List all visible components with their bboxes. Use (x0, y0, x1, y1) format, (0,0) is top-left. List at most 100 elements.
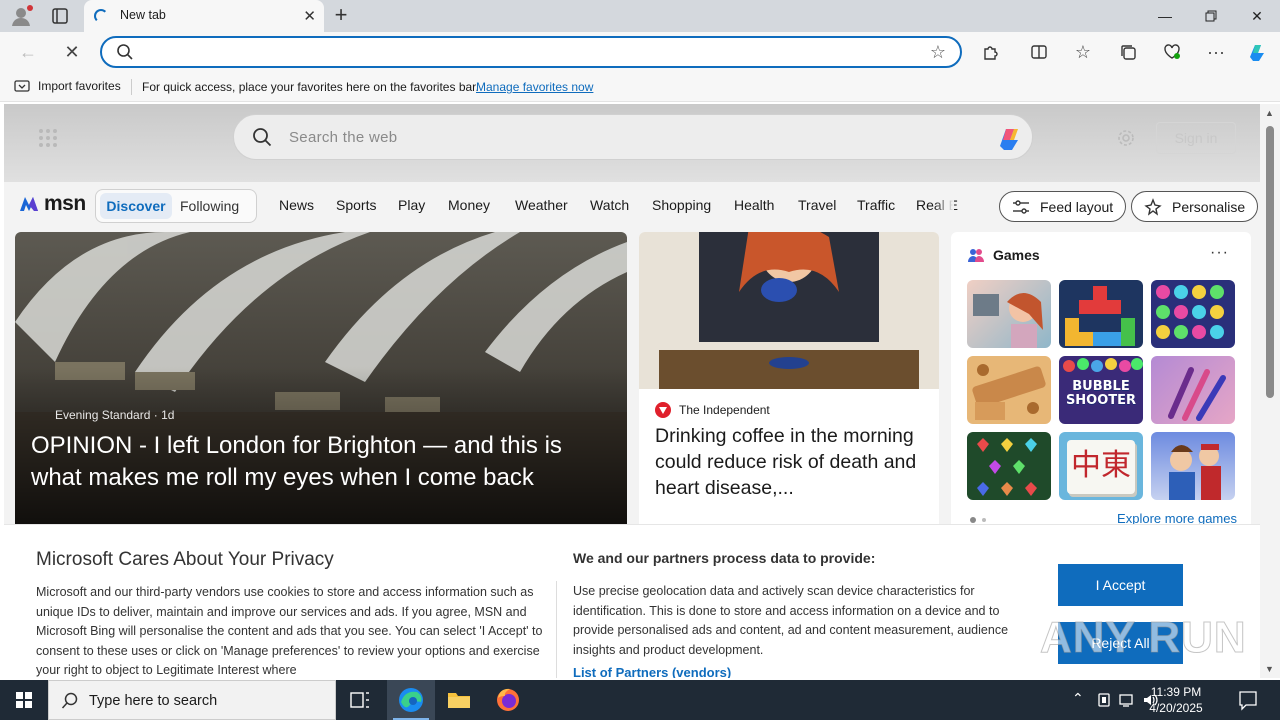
nav-weather[interactable]: Weather (515, 197, 568, 213)
address-bar[interactable]: ☆ (100, 36, 962, 68)
feed-layout-label: Feed layout (1040, 198, 1114, 215)
game-tile-mahjong[interactable]: 中東 (1059, 432, 1143, 500)
start-button[interactable] (0, 680, 48, 720)
article-source: The Independent (655, 402, 770, 418)
game-tile-blocks[interactable] (1059, 280, 1143, 348)
privacy-purposes: Use precise geolocation data and activel… (573, 584, 1009, 657)
browser-essentials-icon[interactable] (1160, 40, 1184, 64)
extensions-icon[interactable] (979, 40, 1003, 64)
search-placeholder: Search the web (289, 129, 398, 146)
nav-overflow-fade (934, 190, 954, 222)
more-options-icon[interactable]: ··· (1204, 40, 1228, 64)
article-title[interactable]: Drinking coffee in the morning could red… (655, 423, 929, 501)
favorites-bar: Import favorites For quick access, place… (0, 72, 1280, 102)
manage-favorites-link[interactable]: Manage favorites now (476, 80, 593, 94)
taskbar-search-box[interactable]: Type here to search (48, 680, 336, 720)
new-tab-button[interactable]: + (330, 4, 352, 28)
split-screen-icon[interactable] (1027, 40, 1051, 64)
search-icon (117, 44, 133, 60)
games-more-icon[interactable]: ··· (1210, 244, 1229, 262)
sliders-icon (1013, 199, 1029, 214)
tab-actions-icon[interactable] (50, 6, 70, 26)
copilot-icon[interactable] (994, 124, 1024, 152)
system-clock[interactable]: 11:39 PM 4/20/2025 (1136, 684, 1216, 716)
hero-meta: Evening Standard · 1d (55, 408, 175, 422)
game-tile-bubble-shooter[interactable]: BUBBLE SHOOTER (1059, 356, 1143, 424)
scrollbar-thumb[interactable] (1266, 126, 1274, 398)
favorite-star-icon[interactable]: ☆ (930, 42, 946, 63)
web-search-box[interactable]: Search the web (233, 114, 1033, 160)
battery-device-icon[interactable] (1096, 692, 1112, 708)
nav-money[interactable]: Money (448, 197, 490, 213)
privacy-divider (556, 581, 557, 678)
apps-grid-icon[interactable] (38, 128, 58, 148)
tab-discover[interactable]: Discover (100, 193, 172, 219)
privacy-consent-banner: Microsoft Cares About Your Privacy Micro… (4, 524, 1260, 678)
msn-logo[interactable]: msn (16, 191, 86, 217)
nav-traffic[interactable]: Traffic (857, 197, 895, 213)
close-window-button[interactable]: ✕ (1234, 0, 1280, 32)
collections-icon[interactable] (1116, 40, 1140, 64)
navigation-bar: ← ✕ ☆ ☆ ··· (0, 32, 1280, 72)
game-tile-hospital[interactable] (967, 280, 1051, 348)
file-explorer-icon[interactable] (435, 680, 483, 720)
firefox-icon[interactable] (484, 680, 532, 720)
games-people-icon (968, 249, 984, 262)
nav-health[interactable]: Health (734, 197, 774, 213)
page-scrollbar[interactable]: ▲ ▼ (1260, 104, 1280, 678)
settings-gear-icon[interactable] (1116, 128, 1136, 148)
notifications-button[interactable] (1226, 680, 1270, 720)
show-hidden-icons-icon[interactable]: ⌃ (1072, 690, 1084, 707)
privacy-title: Microsoft Cares About Your Privacy (36, 549, 334, 570)
nav-play[interactable]: Play (398, 197, 425, 213)
nav-watch[interactable]: Watch (590, 197, 629, 213)
nav-sports[interactable]: Sports (336, 197, 376, 213)
article-source-name: The Independent (679, 403, 770, 417)
scroll-down-icon[interactable]: ▼ (1265, 664, 1274, 674)
sign-in-button[interactable]: Sign in (1156, 122, 1236, 154)
carousel-dots[interactable] (970, 517, 990, 523)
close-tab-icon[interactable]: ✕ (303, 7, 316, 25)
game-tile-gems[interactable] (967, 432, 1051, 500)
copilot-icon[interactable] (1245, 40, 1269, 64)
hero-article[interactable]: Evening Standard · 1d OPINION - I left L… (15, 232, 627, 532)
partners-list-link[interactable]: List of Partners (vendors) (573, 665, 731, 678)
network-icon[interactable] (1118, 692, 1136, 708)
article-card[interactable]: The Independent Drinking coffee in the m… (639, 232, 939, 532)
article-image (639, 232, 939, 389)
accept-button[interactable]: I Accept (1058, 564, 1183, 606)
privacy-body: Microsoft and our third-party vendors us… (36, 585, 543, 677)
back-icon[interactable]: ← (16, 40, 40, 64)
the-independent-logo-icon (655, 402, 671, 418)
mahjong-tile-text: 中東 (1071, 448, 1131, 483)
tab-following[interactable]: Following (180, 193, 239, 219)
personalise-button[interactable]: Personalise (1131, 191, 1259, 222)
msn-butterfly-icon (20, 197, 38, 211)
game-tile-jewels[interactable] (1151, 280, 1235, 348)
game-tile-wood[interactable] (967, 356, 1051, 424)
nav-shopping[interactable]: Shopping (652, 197, 711, 213)
hero-headline[interactable]: OPINION - I left London for Brighton — a… (31, 430, 611, 494)
edge-taskbar-icon[interactable] (387, 680, 435, 720)
task-view-icon[interactable] (336, 680, 384, 720)
nav-news[interactable]: News (279, 197, 314, 213)
feed-layout-button[interactable]: Feed layout (999, 191, 1127, 222)
hero-source: Evening Standard (55, 408, 151, 422)
notification-icon (1239, 691, 1257, 711)
game-tile-makeup[interactable] (1151, 356, 1235, 424)
stop-loading-icon[interactable]: ✕ (60, 40, 84, 64)
game-tile-hotel[interactable] (1151, 432, 1235, 500)
favorites-icon[interactable]: ☆ (1071, 40, 1095, 64)
taskbar-search-text: Type here to search (89, 693, 218, 709)
tab-new-tab[interactable]: New tab ✕ (84, 0, 324, 32)
privacy-subtitle: We and our partners process data to prov… (573, 550, 876, 566)
anyrun-watermark: ANY RUN (1040, 613, 1247, 663)
profile-icon[interactable] (10, 5, 33, 27)
restore-button[interactable] (1188, 0, 1234, 32)
windows-taskbar: Type here to search ⌃ 11:39 PM 4/20/2025 (0, 680, 1280, 720)
scroll-up-icon[interactable]: ▲ (1265, 108, 1274, 118)
import-favorites-button[interactable]: Import favorites (14, 79, 121, 93)
minimize-button[interactable]: — (1142, 0, 1188, 32)
nav-travel[interactable]: Travel (798, 197, 836, 213)
tab-strip: New tab ✕ + — ✕ (0, 0, 1280, 32)
